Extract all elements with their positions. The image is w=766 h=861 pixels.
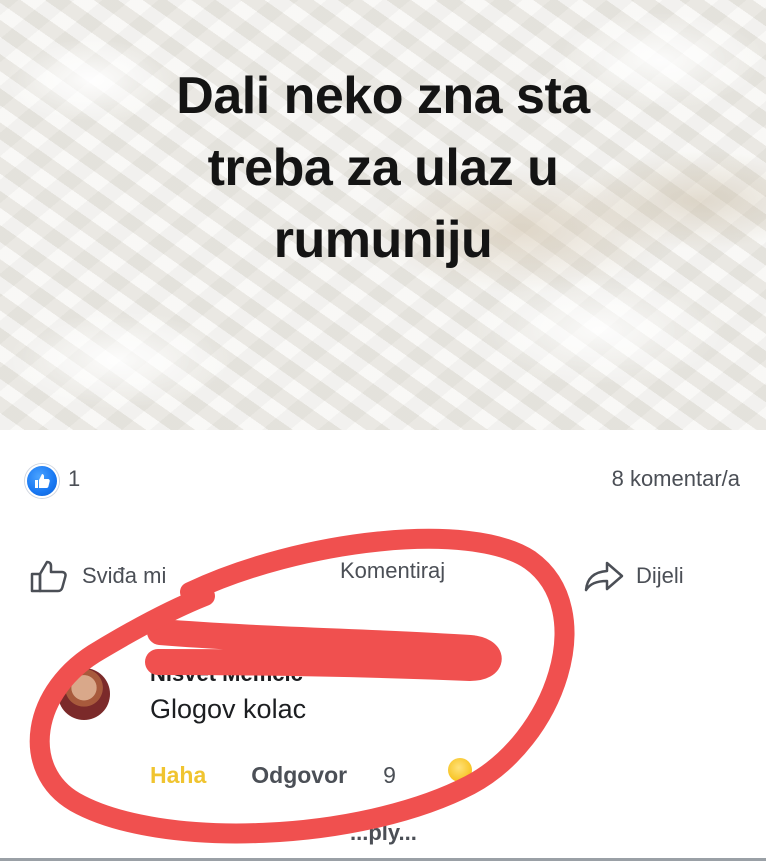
comment-button[interactable]: Komentiraj (340, 558, 445, 584)
like-label: Sviđa mi (82, 563, 167, 588)
reaction-count[interactable]: 9 (383, 762, 396, 789)
share-button[interactable]: Dijeli (582, 558, 684, 594)
haha-emoji-icon (448, 758, 472, 782)
thumbs-up-icon[interactable] (25, 464, 59, 498)
comment-count[interactable]: 8 komentar/a (612, 466, 740, 492)
share-label: Dijeli (636, 563, 684, 588)
comment-actions: Haha Odgovor 9 (150, 762, 396, 789)
haha-reaction-button[interactable]: Haha (150, 762, 206, 789)
reply-button[interactable]: Odgovor (251, 762, 347, 789)
post-text-line: Dali neko zna sta (176, 67, 590, 125)
comment-body: Glogov kolac (150, 694, 307, 724)
comment-author[interactable]: Nisvet Memcic (150, 661, 303, 687)
like-button[interactable]: Sviđa mi (28, 558, 166, 594)
comment-label: Komentiraj (340, 558, 446, 583)
thumbs-up-outline-icon (28, 558, 72, 594)
post-text: Dali neko zna sta treba za ulaz u rumuni… (60, 60, 706, 276)
share-arrow-icon (582, 558, 626, 594)
comment-item (0, 640, 766, 840)
like-count[interactable]: 1 (68, 466, 80, 492)
avatar[interactable] (58, 668, 110, 720)
post-text-line: treba za ulaz u (207, 139, 559, 197)
post-image[interactable]: Dali neko zna sta treba za ulaz u rumuni… (0, 0, 766, 430)
more-replies-link[interactable]: ...ply... (350, 820, 417, 846)
post-text-line: rumuniju (273, 211, 493, 269)
